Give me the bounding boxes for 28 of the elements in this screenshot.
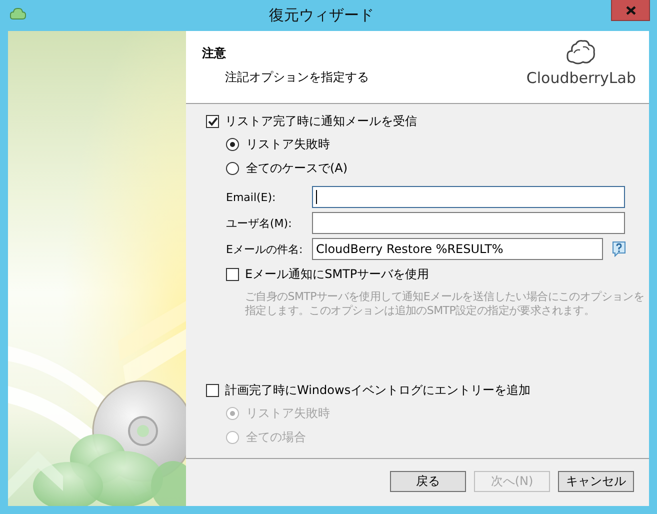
- input-field[interactable]: [312, 186, 625, 208]
- page-title: 注意: [202, 45, 227, 62]
- input-field[interactable]: CloudBerry Restore %RESULT%: [312, 238, 603, 260]
- radio-button[interactable]: [226, 138, 239, 150]
- window-title: 復元ウィザード: [268, 5, 375, 26]
- page-subtitle: 注記オプションを指定する: [225, 69, 369, 86]
- checkbox-label[interactable]: 計画完了時にWindowsイベントログにエントリーを追加: [225, 382, 531, 398]
- app-icon: [10, 7, 26, 21]
- help-icon[interactable]: [612, 241, 626, 257]
- radio-label[interactable]: 全てのケースで(A): [246, 160, 348, 176]
- radio-label[interactable]: リストア失敗時: [246, 136, 330, 152]
- checkbox[interactable]: [226, 268, 239, 280]
- cancel-button[interactable]: キャンセル: [558, 471, 634, 492]
- logo-text: CloudberryLab: [526, 69, 636, 87]
- close-icon: [626, 6, 636, 14]
- input-field[interactable]: [312, 212, 625, 234]
- back-button[interactable]: 戻る: [390, 471, 466, 492]
- cloud-logo-icon: [566, 39, 596, 65]
- checkbox[interactable]: [206, 114, 219, 128]
- close-button[interactable]: [611, 0, 650, 21]
- checkbox-label[interactable]: Eメール通知にSMTPサーバを使用: [245, 266, 430, 282]
- radio-button[interactable]: [226, 162, 239, 174]
- option-description: ご自身のSMTPサーバを使用して通知Eメールを送信したい場合にこのオプションを指定します。このオプションは追加のSMTP設定の指定が要求されます。: [245, 290, 645, 318]
- field-label: Eメールの件名:: [226, 242, 304, 256]
- checkbox-label[interactable]: リストア完了時に通知メールを受信: [225, 112, 417, 130]
- field-label: ユーザ名(M):: [226, 216, 293, 230]
- field-label: Email(E):: [226, 190, 277, 204]
- checkbox[interactable]: [206, 384, 219, 396]
